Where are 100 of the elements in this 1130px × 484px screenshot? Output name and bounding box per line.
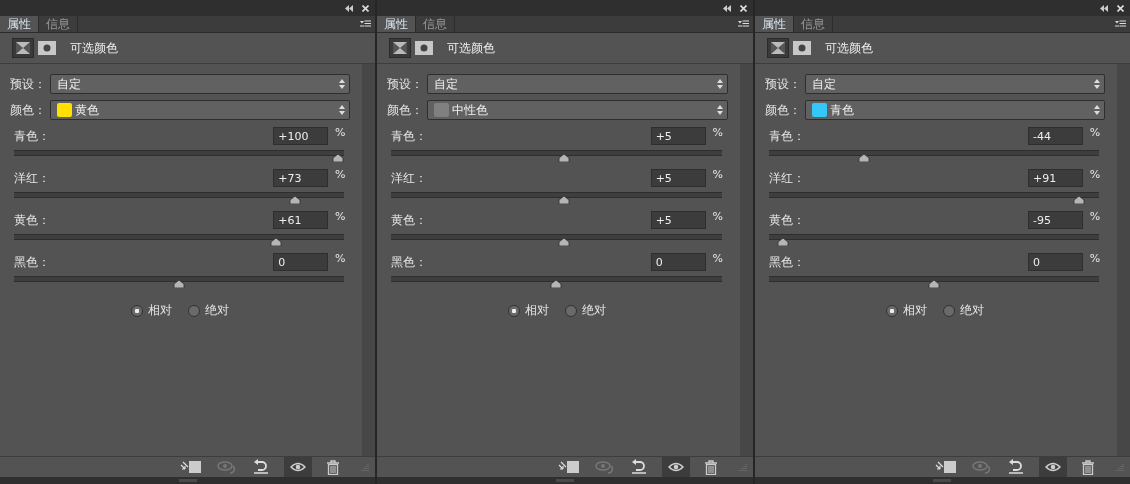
- value-field[interactable]: +73: [273, 169, 329, 187]
- slider-thumb[interactable]: [173, 280, 186, 288]
- close-icon[interactable]: [739, 4, 747, 12]
- eye-icon: [667, 462, 684, 472]
- panel-tab[interactable]: 属性: [377, 16, 417, 32]
- value-field[interactable]: 0: [273, 253, 329, 271]
- clip-layer-icon[interactable]: [180, 460, 203, 474]
- menu-icon[interactable]: [1115, 20, 1126, 28]
- percent-label: %: [1088, 126, 1102, 139]
- eye-icon: [1045, 462, 1061, 472]
- up-down-arrows-icon: [1094, 105, 1100, 115]
- visibility-button[interactable]: [1039, 457, 1067, 477]
- mask-icon[interactable]: [38, 41, 56, 55]
- slider-track[interactable]: [14, 276, 345, 288]
- menu-icon[interactable]: [360, 20, 372, 28]
- slider-label: 青色：: [14, 127, 51, 145]
- menu-icon[interactable]: [737, 20, 749, 28]
- up-down-arrows-icon: [1094, 79, 1100, 89]
- slider-track[interactable]: [391, 192, 722, 204]
- radio-button[interactable]: [565, 304, 578, 317]
- value-field[interactable]: 0: [1028, 253, 1083, 271]
- collapse-icon[interactable]: [722, 4, 731, 12]
- slider-label: 洋红：: [14, 169, 51, 187]
- value-field[interactable]: -95: [1028, 211, 1083, 229]
- slider-thumb[interactable]: [927, 280, 940, 288]
- radio-button[interactable]: [131, 304, 144, 317]
- slider-track[interactable]: [768, 150, 1099, 162]
- slider-track[interactable]: [14, 234, 345, 246]
- slider-thumb[interactable]: [857, 154, 870, 162]
- slider-thumb[interactable]: [289, 196, 302, 204]
- mask-icon[interactable]: [415, 41, 434, 55]
- slider-label: 青色：: [391, 127, 429, 145]
- collapse-icon[interactable]: [1100, 4, 1108, 12]
- slider-thumb[interactable]: [332, 154, 345, 162]
- radio-label: 绝对: [205, 302, 230, 319]
- percent-label: %: [334, 210, 347, 223]
- colors-dropdown[interactable]: 黄色: [50, 100, 351, 120]
- percent-label: %: [334, 252, 347, 265]
- colors-label: 颜色：: [764, 101, 801, 119]
- value-field[interactable]: -44: [1028, 127, 1083, 145]
- value-field[interactable]: +91: [1028, 169, 1083, 187]
- slider-thumb[interactable]: [558, 154, 571, 162]
- slider-track[interactable]: [768, 234, 1099, 246]
- slider-track[interactable]: [14, 150, 345, 162]
- trash-icon[interactable]: [1081, 459, 1095, 475]
- colors-dropdown[interactable]: 中性色: [427, 100, 728, 120]
- visibility-button[interactable]: [661, 457, 690, 477]
- up-down-arrows-icon: [716, 79, 723, 89]
- slider-thumb[interactable]: [558, 196, 571, 204]
- slider-thumb[interactable]: [558, 238, 571, 246]
- slider-thumb[interactable]: [776, 238, 789, 246]
- value-field[interactable]: +5: [650, 169, 706, 187]
- value-field[interactable]: 0: [650, 253, 706, 271]
- close-icon[interactable]: [1117, 4, 1124, 12]
- percent-label: %: [711, 168, 724, 181]
- preset-dropdown[interactable]: 自定: [804, 74, 1105, 94]
- adjustment-icon[interactable]: [12, 38, 34, 58]
- slider-thumb[interactable]: [1072, 196, 1085, 204]
- colors-dropdown[interactable]: 青色: [804, 100, 1105, 120]
- slider-thumb[interactable]: [270, 238, 283, 246]
- radio-button[interactable]: [885, 304, 898, 317]
- radio-button[interactable]: [508, 304, 521, 317]
- slider-track[interactable]: [391, 276, 722, 288]
- panel-tab[interactable]: 属性: [0, 16, 39, 32]
- value-field[interactable]: +100: [273, 127, 329, 145]
- adjustment-icon[interactable]: [389, 38, 412, 58]
- preset-dropdown[interactable]: 自定: [50, 74, 351, 94]
- slider-track[interactable]: [391, 150, 722, 162]
- trash-icon[interactable]: [703, 459, 718, 475]
- slider-label: 洋红：: [768, 169, 806, 187]
- reset-icon[interactable]: [252, 459, 271, 475]
- scrollbar[interactable]: [362, 64, 376, 456]
- trash-icon[interactable]: [326, 459, 341, 475]
- radio-button[interactable]: [188, 304, 201, 317]
- slider-label: 洋红：: [391, 169, 429, 187]
- reset-icon[interactable]: [629, 459, 648, 475]
- slider-track[interactable]: [768, 192, 1099, 204]
- eye-icon: [290, 462, 307, 472]
- collapse-icon[interactable]: [345, 4, 354, 12]
- percent-label: %: [711, 210, 724, 223]
- preset-dropdown[interactable]: 自定: [427, 74, 728, 94]
- visibility-button[interactable]: [284, 457, 313, 477]
- value-field[interactable]: +61: [273, 211, 329, 229]
- reset-icon[interactable]: [1007, 459, 1025, 475]
- slider-thumb[interactable]: [550, 280, 563, 288]
- slider-track[interactable]: [768, 276, 1099, 288]
- panel-tab[interactable]: 属性: [754, 16, 794, 32]
- clip-layer-icon[interactable]: [557, 460, 580, 474]
- up-down-arrows-icon: [339, 105, 346, 115]
- slider-track[interactable]: [14, 192, 345, 204]
- clip-layer-icon[interactable]: [935, 460, 957, 474]
- slider-track[interactable]: [391, 234, 722, 246]
- close-icon[interactable]: [362, 4, 370, 12]
- value-field[interactable]: +5: [650, 211, 706, 229]
- scrollbar[interactable]: [739, 64, 753, 456]
- adjustment-title: 可选颜色: [70, 39, 118, 57]
- mask-icon[interactable]: [792, 41, 811, 55]
- adjustment-icon[interactable]: [766, 38, 789, 58]
- value-field[interactable]: +5: [650, 127, 706, 145]
- radio-button[interactable]: [942, 304, 955, 317]
